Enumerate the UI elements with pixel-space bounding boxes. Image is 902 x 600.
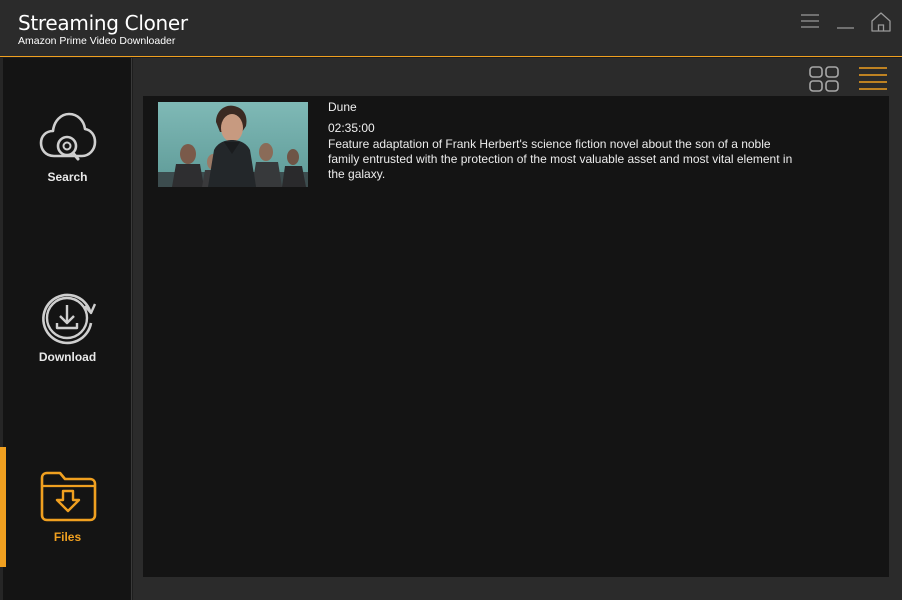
list-view-icon: [859, 67, 887, 90]
movie-description: Feature adaptation of Frank Herbert's sc…: [328, 137, 793, 181]
minimize-icon: [837, 27, 854, 29]
cloud-search-icon: [39, 112, 97, 161]
grid-view-icon: [809, 66, 839, 92]
folder-download-icon: [40, 471, 97, 522]
home-button[interactable]: [869, 10, 893, 34]
menu-button[interactable]: [798, 10, 822, 34]
download-circle-icon: [42, 293, 97, 345]
app-subtitle: Amazon Prime Video Downloader: [18, 35, 176, 47]
sidebar-item-search[interactable]: Search: [3, 87, 132, 207]
sidebar-item-label: Download: [38, 350, 97, 364]
movie-thumbnail: [158, 102, 308, 187]
sidebar-item-download[interactable]: Download: [3, 267, 132, 387]
file-list-item[interactable]: Dune 02:35:00 Feature adaptation of Fran…: [143, 96, 889, 192]
list-view-button[interactable]: [857, 65, 889, 93]
sidebar: Search Download Files: [0, 58, 132, 600]
movie-duration: 02:35:00: [328, 121, 375, 135]
sidebar-item-label: Search: [47, 170, 88, 184]
app-title: Streaming Cloner: [18, 11, 188, 35]
movie-title: Dune: [328, 100, 357, 114]
minimize-button[interactable]: [834, 10, 858, 34]
main-panel: Dune 02:35:00 Feature adaptation of Fran…: [133, 58, 902, 600]
file-list: Dune 02:35:00 Feature adaptation of Fran…: [143, 96, 889, 577]
sidebar-item-files[interactable]: Files: [3, 447, 132, 567]
sidebar-item-label: Files: [53, 530, 82, 544]
grid-view-button[interactable]: [808, 65, 840, 93]
home-icon: [871, 12, 891, 32]
title-bar: Streaming Cloner Amazon Prime Video Down…: [0, 0, 902, 57]
menu-icon: [801, 14, 819, 28]
